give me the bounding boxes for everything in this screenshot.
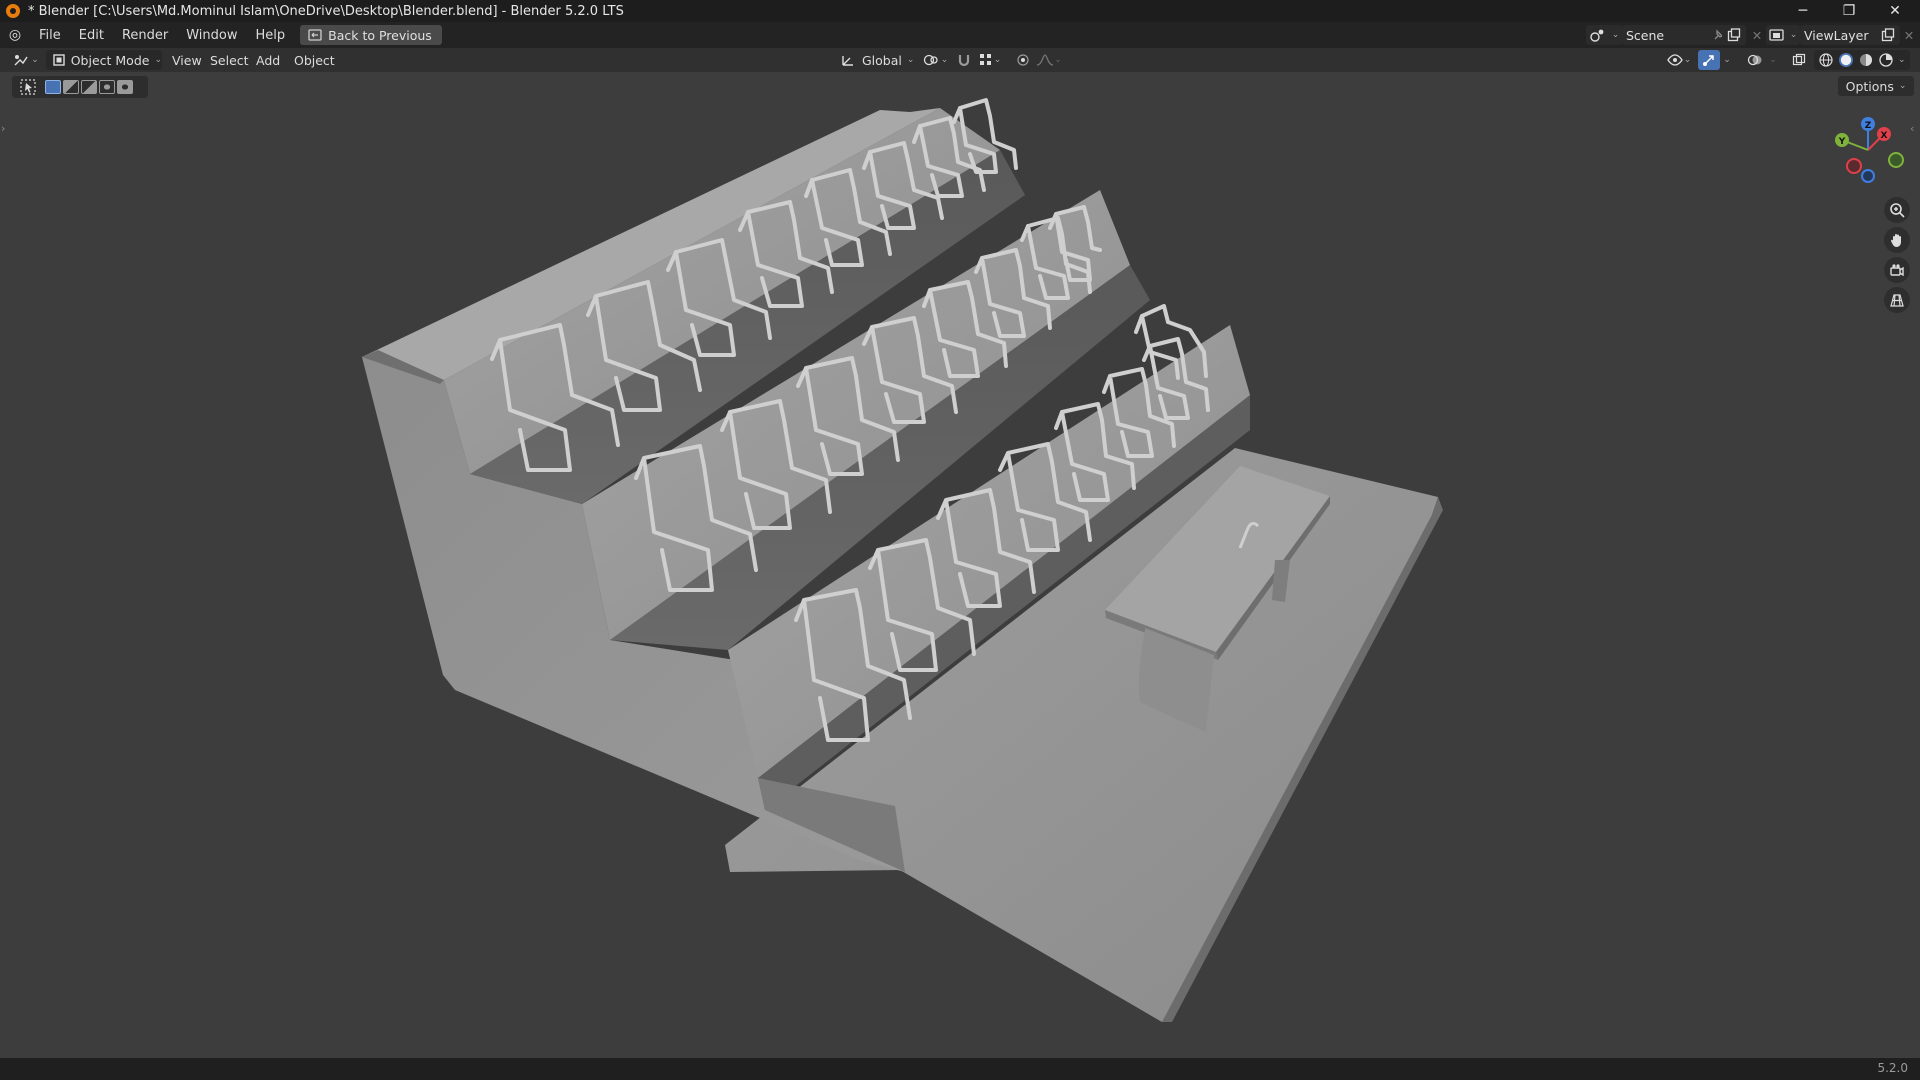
duplicate-icon — [1881, 28, 1895, 42]
blender-logo-icon — [6, 4, 20, 18]
menu-add[interactable]: Add — [252, 50, 284, 70]
hand-icon — [1890, 234, 1901, 247]
pivot-point-dropdown[interactable]: ⌄ — [920, 50, 950, 70]
viewport-header: ⌄ Object Mode ⌄ View Select Add Object G… — [0, 48, 1920, 72]
transform-orientation-label: Global — [862, 52, 902, 68]
gizmo-y-label: Y — [1838, 137, 1846, 147]
grid-icon — [1890, 294, 1904, 307]
gizmo-x-label: X — [1881, 131, 1888, 141]
solid-shading-icon[interactable] — [1838, 52, 1854, 68]
object-mode-icon — [53, 54, 65, 66]
editor-type-button[interactable]: ⌄ — [10, 50, 42, 70]
pan-button[interactable] — [1884, 227, 1910, 253]
menu-render[interactable]: Render — [113, 28, 177, 43]
back-screen-icon — [308, 29, 322, 41]
pivot-icon — [923, 54, 938, 66]
menu-help[interactable]: Help — [247, 28, 295, 43]
window-title: * Blender [C:\Users\Md.Mominul Islam\One… — [28, 3, 624, 19]
close-small-icon: ✕ — [1903, 27, 1915, 43]
snap-grid-icon — [979, 54, 991, 65]
camera-view-button[interactable] — [1884, 257, 1910, 283]
new-view-layer-button[interactable] — [1876, 25, 1900, 45]
version-label: 5.2.0 — [1877, 1061, 1908, 1075]
gizmo-z-label: Z — [1865, 121, 1872, 131]
back-to-previous-button[interactable]: Back to Previous — [300, 25, 442, 45]
proportional-falloff-dropdown[interactable]: ⌄ — [1034, 50, 1064, 70]
falloff-curve-icon — [1037, 54, 1054, 66]
delete-scene-button[interactable]: ✕ — [1748, 25, 1766, 45]
snap-target-dropdown[interactable]: ⌄ — [976, 50, 1004, 70]
wireframe-shading-icon[interactable] — [1818, 52, 1834, 68]
snap-toggle[interactable] — [954, 50, 974, 70]
blender-menu-icon[interactable]: ◎ — [0, 27, 30, 43]
neg-y-axis-handle — [1888, 152, 1904, 168]
scene-browse-button[interactable]: ⌄ — [1586, 25, 1622, 45]
overlays-toggle[interactable] — [1744, 50, 1766, 70]
proportional-editing-icon — [1017, 54, 1029, 66]
view-layer-name-field[interactable]: ViewLayer — [1800, 25, 1886, 45]
menu-window[interactable]: Window — [177, 28, 246, 43]
maximize-button[interactable]: ❐ — [1826, 0, 1872, 22]
gizmo-toggle[interactable] — [1698, 50, 1720, 70]
neg-x-axis-handle — [1846, 158, 1862, 174]
gizmo-dropdown[interactable]: ⌄ — [1720, 50, 1734, 70]
proportional-editing-toggle[interactable] — [1014, 50, 1032, 70]
object-mode-dropdown[interactable]: Object Mode ⌄ — [46, 50, 162, 70]
viewport-editor-icon — [14, 55, 28, 66]
transform-orientation-dropdown[interactable]: Global ⌄ — [836, 50, 918, 70]
gizmo-icon — [1703, 55, 1714, 66]
visibility-dropdown[interactable]: ⌄ — [1664, 50, 1694, 70]
window-title-bar: * Blender [C:\Users\Md.Mominul Islam\One… — [0, 0, 1920, 22]
menu-view[interactable]: View — [168, 50, 206, 70]
magnet-icon — [958, 55, 970, 67]
delete-view-layer-button[interactable]: ✕ — [1900, 25, 1918, 45]
menu-edit[interactable]: Edit — [70, 28, 113, 43]
overlays-dropdown[interactable]: ⌄ — [1766, 50, 1780, 70]
zoom-button[interactable] — [1884, 197, 1910, 223]
orientation-axes-icon — [842, 56, 853, 66]
camera-icon — [1890, 264, 1904, 277]
scene-name: Scene — [1626, 27, 1665, 43]
menu-object[interactable]: Object — [290, 50, 339, 70]
view-layer-name: ViewLayer — [1804, 27, 1869, 43]
minimize-button[interactable]: ─ — [1780, 0, 1826, 22]
neg-z-axis-handle — [1861, 169, 1875, 183]
navigation-gizmo[interactable]: Z X Y — [1824, 110, 1910, 190]
xray-toggle[interactable] — [1788, 50, 1810, 70]
view-layer-browse-button[interactable]: ⌄ — [1766, 25, 1800, 45]
zoom-icon — [1890, 203, 1905, 218]
menu-file[interactable]: File — [30, 28, 70, 43]
rendered-shading-icon[interactable] — [1878, 52, 1894, 68]
object-mode-label: Object Mode — [70, 52, 150, 68]
close-button[interactable]: ✕ — [1872, 0, 1918, 22]
close-small-icon: ✕ — [1751, 27, 1763, 43]
eye-filter-icon — [1666, 54, 1683, 66]
overlays-icon — [1747, 54, 1762, 66]
xray-icon — [1792, 53, 1806, 66]
ortho-toggle-button[interactable] — [1884, 287, 1910, 313]
menu-select[interactable]: Select — [206, 50, 253, 70]
shading-mode-group: ⌄ — [1814, 50, 1910, 70]
view-layer-icon — [1769, 29, 1784, 41]
scene-name-field[interactable]: Scene — [1622, 25, 1732, 45]
status-bar: 5.2.0 — [0, 1058, 1920, 1080]
3d-viewport[interactable] — [0, 72, 1920, 1058]
scene-icon — [1590, 29, 1604, 42]
back-to-previous-label: Back to Previous — [328, 27, 432, 43]
duplicate-icon — [1727, 28, 1741, 42]
new-scene-button[interactable] — [1722, 25, 1746, 45]
material-shading-icon[interactable] — [1858, 52, 1874, 68]
